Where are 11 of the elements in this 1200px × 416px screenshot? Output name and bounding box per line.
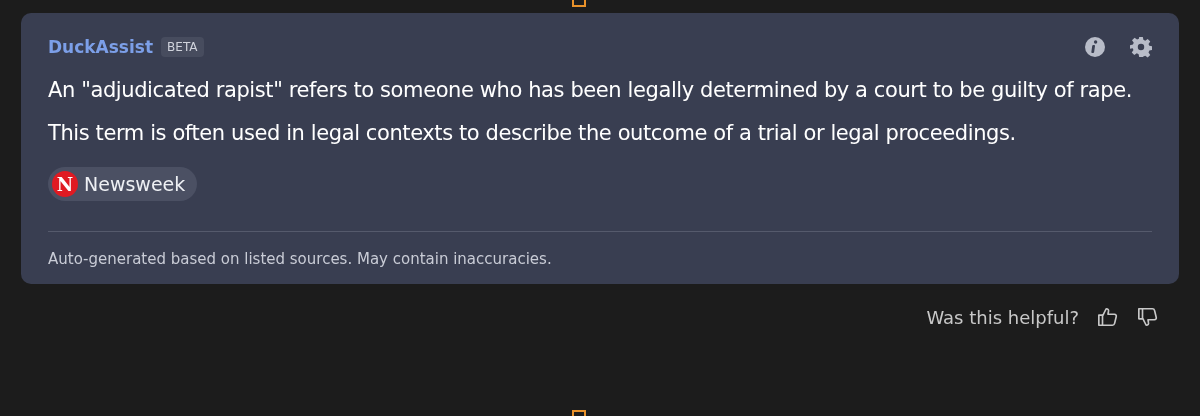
thumbs-up-icon[interactable]: [1097, 306, 1119, 328]
beta-badge: BETA: [161, 37, 204, 57]
thumbs-down-icon[interactable]: [1137, 306, 1159, 328]
card-title: DuckAssist: [48, 37, 154, 57]
disclaimer-text: Auto-generated based on listed sources. May contain inaccuracies.: [48, 250, 553, 268]
info-icon[interactable]: [1084, 36, 1106, 58]
settings-icon[interactable]: [1130, 36, 1152, 58]
source-logo: N: [52, 171, 78, 197]
source-chip[interactable]: N Newsweek: [48, 167, 198, 201]
feedback-question: Was this helpful?: [926, 306, 1079, 328]
answer-text: An "adjudicated rapist" refers to someone who has been legally determined by a court to be guilty of rape. This term is often used in legal contexts to describe the outcome of a trial or legal proceedings.: [48, 77, 1133, 147]
